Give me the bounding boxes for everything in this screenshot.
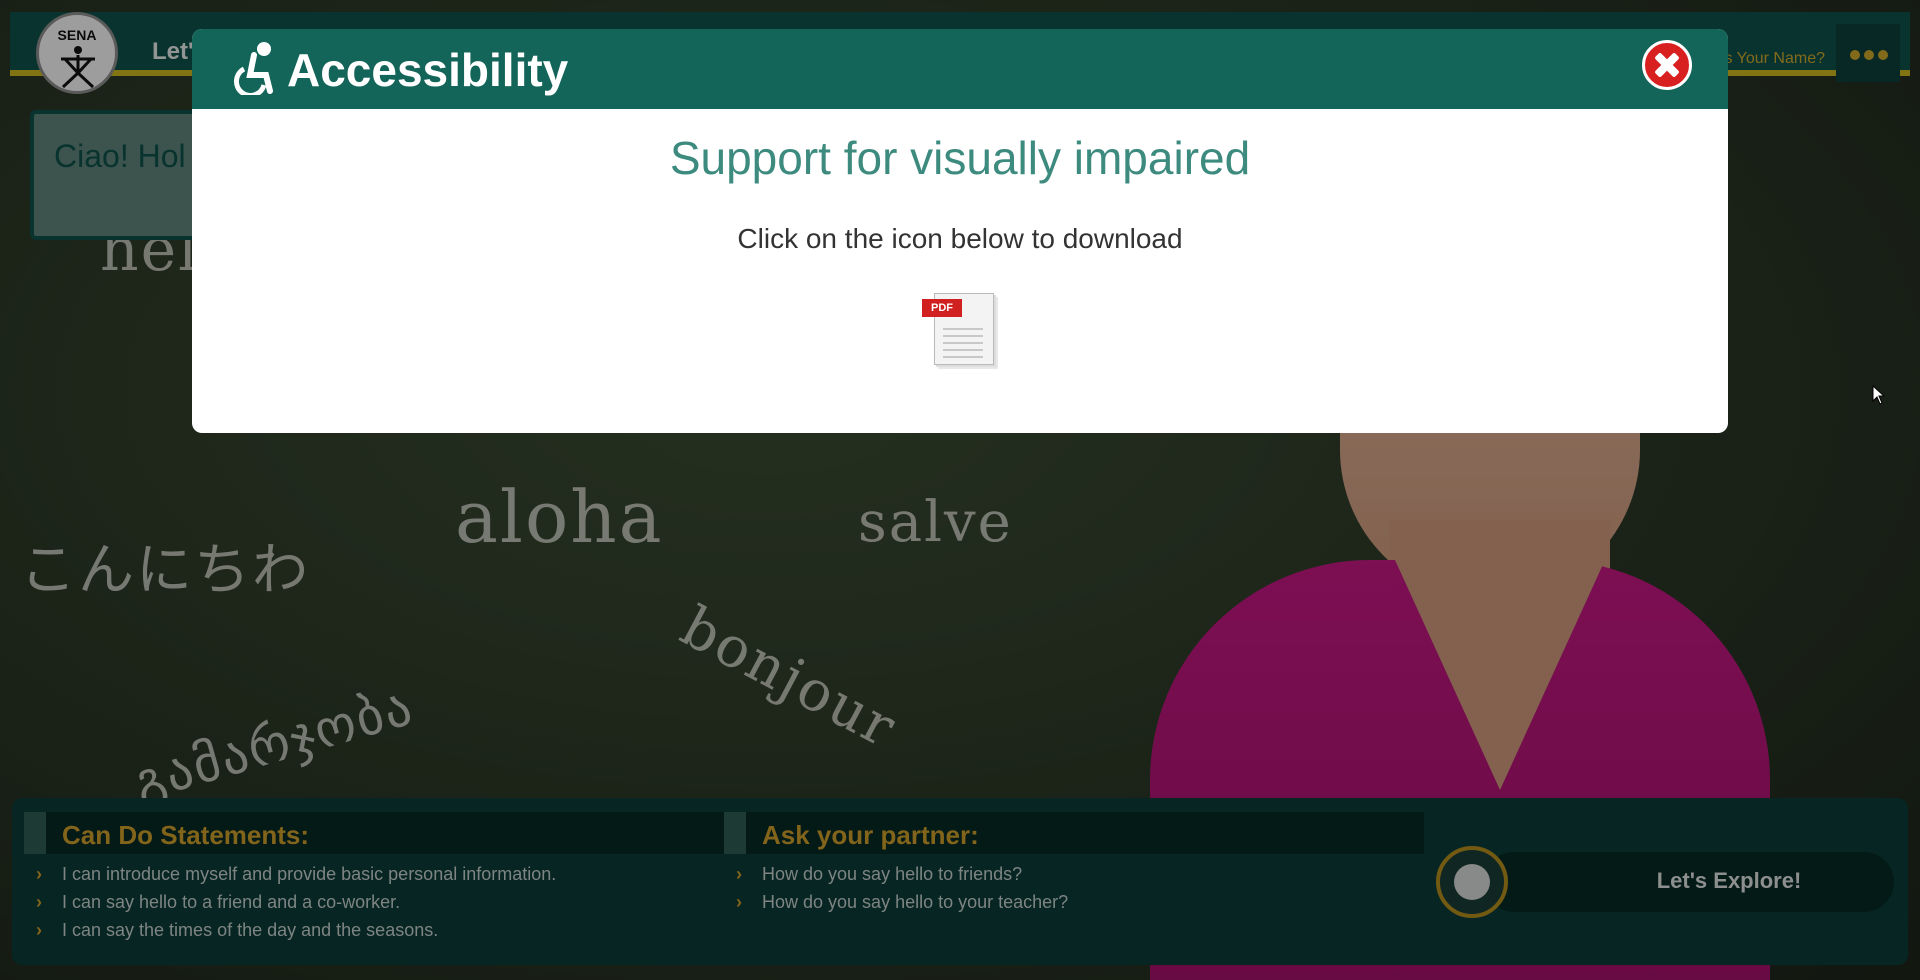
- pdf-text-line: [943, 356, 983, 358]
- pdf-text-line: [943, 349, 983, 351]
- accessibility-modal: Accessibility Support for visually impai…: [192, 29, 1728, 433]
- pdf-text-line: [943, 328, 983, 330]
- pdf-label: PDF: [922, 299, 962, 317]
- pdf-download-button[interactable]: PDF: [922, 287, 1002, 367]
- modal-header: Accessibility: [192, 29, 1728, 109]
- mouse-cursor-icon: [1872, 385, 1886, 405]
- wheelchair-icon: [233, 42, 273, 95]
- modal-title: Accessibility: [287, 44, 569, 96]
- modal-subtitle: Support for visually impaired: [669, 132, 1251, 184]
- pdf-text-line: [943, 335, 983, 337]
- pdf-text-line: [943, 342, 983, 344]
- close-icon[interactable]: [1642, 40, 1692, 90]
- modal-instruction: Click on the icon below to download: [737, 223, 1183, 254]
